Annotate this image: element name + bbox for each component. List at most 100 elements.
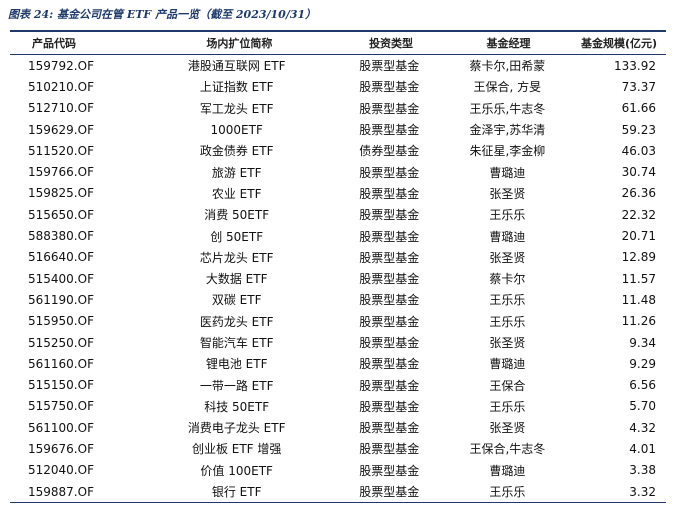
cell-investment-type: 股票型基金 — [359, 421, 420, 436]
cell-short-name: 军工龙头 ETF — [199, 101, 274, 116]
cell-investment-type: 股票型基金 — [359, 59, 420, 74]
cell-product-code: 159766.OF — [28, 165, 94, 180]
cell-short-name: 芯片龙头 ETF — [199, 250, 274, 265]
cell-investment-type: 股票型基金 — [359, 357, 420, 372]
cell-short-name: 智能汽车 ETF — [199, 336, 274, 350]
cell-fund-size: 6.56 — [629, 378, 657, 393]
cell-investment-type: 股票型基金 — [359, 272, 420, 287]
header-short-name: 场内扩位简称 — [206, 37, 273, 50]
cell-fund-manager: 朱征星,李金柳 — [469, 144, 546, 159]
cell-product-code: 516640.OF — [28, 250, 94, 265]
cell-fund-manager: 王保合, 方旻 — [473, 80, 542, 95]
cell-product-code: 510210.OF — [28, 79, 94, 94]
cell-fund-manager: 王乐乐 — [489, 399, 526, 414]
cell-fund-size: 30.74 — [621, 165, 657, 180]
cell-fund-size: 12.89 — [621, 250, 657, 265]
header-fund-manager: 基金经理 — [486, 37, 531, 50]
cell-fund-manager: 曹璐迪 — [489, 165, 526, 180]
cell-short-name: 锂电池 ETF — [205, 357, 268, 372]
cell-short-name: 大数据 ETF — [205, 272, 268, 287]
cell-fund-manager: 曹璐迪 — [489, 229, 526, 244]
cell-fund-size: 133.92 — [614, 58, 657, 73]
cell-fund-size: 3.32 — [629, 484, 657, 499]
table-row: 159887.OF 银行 ETF 股票型基金 王乐乐 3.32 — [10, 481, 666, 502]
table-row: 561100.OF 消费电子龙头 ETF 股票型基金 张圣贤 4.32 — [10, 417, 666, 438]
cell-fund-manager: 张圣贤 — [489, 250, 526, 265]
table-row: 561190.OF 双碳 ETF 股票型基金 王乐乐 11.48 — [10, 289, 666, 310]
cell-fund-size: 11.48 — [621, 292, 657, 307]
cell-short-name: 创 50ETF — [210, 229, 264, 244]
cell-investment-type: 股票型基金 — [359, 165, 420, 180]
table-row: 515250.OF 智能汽车 ETF 股票型基金 张圣贤 9.34 — [10, 332, 666, 353]
cell-short-name: 农业 ETF — [211, 186, 262, 201]
cell-product-code: 515250.OF — [28, 335, 94, 350]
cell-product-code: 159887.OF — [28, 484, 94, 499]
cell-fund-size: 9.34 — [629, 335, 657, 350]
cell-fund-size: 22.32 — [621, 207, 657, 222]
cell-fund-manager: 张圣贤 — [489, 336, 526, 350]
cell-short-name: 创业板 ETF 增强 — [191, 442, 282, 457]
cell-short-name: 一带一路 ETF — [199, 378, 274, 393]
cell-fund-manager: 金泽宇,苏华清 — [469, 123, 546, 138]
table-bottom-rule — [10, 502, 666, 504]
cell-fund-size: 73.37 — [621, 79, 657, 94]
cell-product-code: 515750.OF — [28, 399, 94, 414]
cell-short-name: 消费 50ETF — [204, 208, 270, 223]
cell-product-code: 515400.OF — [28, 271, 94, 286]
table-row: 516640.OF 芯片龙头 ETF 股票型基金 张圣贤 12.89 — [10, 247, 666, 268]
cell-product-code: 515950.OF — [28, 314, 94, 329]
cell-fund-size: 3.38 — [629, 463, 657, 478]
cell-product-code: 512040.OF — [28, 463, 94, 478]
cell-investment-type: 股票型基金 — [359, 101, 420, 116]
cell-fund-size: 11.57 — [621, 271, 657, 286]
cell-short-name: 上证指数 ETF — [199, 80, 274, 95]
cell-fund-size: 26.36 — [621, 186, 657, 201]
table-row: 159825.OF 农业 ETF 股票型基金 张圣贤 26.36 — [10, 183, 666, 204]
cell-fund-manager: 张圣贤 — [489, 186, 526, 201]
cell-product-code: 561190.OF — [28, 292, 94, 307]
cell-fund-size: 46.03 — [621, 143, 657, 158]
cell-investment-type: 股票型基金 — [359, 250, 420, 265]
cell-product-code: 561100.OF — [28, 420, 94, 435]
cell-fund-manager: 王乐乐 — [489, 314, 526, 329]
cell-product-code: 159825.OF — [28, 186, 94, 201]
cell-investment-type: 股票型基金 — [359, 208, 420, 223]
cell-product-code: 159792.OF — [28, 58, 94, 73]
cell-short-name: 银行 ETF — [211, 485, 262, 500]
cell-fund-size: 20.71 — [621, 229, 657, 244]
cell-investment-type: 股票型基金 — [359, 463, 420, 478]
cell-investment-type: 债券型基金 — [359, 144, 420, 159]
cell-investment-type: 股票型基金 — [359, 229, 420, 244]
cell-short-name: 医药龙头 ETF — [199, 314, 274, 329]
table-body: 159792.OF 港股通互联网 ETF 股票型基金 蔡卡尔,田希蒙 133.92 510… — [10, 55, 666, 502]
cell-fund-size: 61.66 — [621, 101, 657, 116]
cell-fund-manager: 蔡卡尔,田希蒙 — [469, 59, 546, 74]
cell-fund-size: 11.26 — [621, 314, 657, 329]
table-row: 588380.OF 创 50ETF 股票型基金 曹璐迪 20.71 — [10, 225, 666, 246]
table-row: 515150.OF 一带一路 ETF 股票型基金 王保合 6.56 — [10, 374, 666, 395]
table-row: 511520.OF 政金债券 ETF 债券型基金 朱征星,李金柳 46.03 — [10, 140, 666, 161]
cell-investment-type: 股票型基金 — [359, 293, 420, 308]
header-fund-size: 基金规模(亿元) — [580, 37, 658, 50]
table-row: 515750.OF 科技 50ETF 股票型基金 王乐乐 5.70 — [10, 396, 666, 417]
table-row: 515650.OF 消费 50ETF 股票型基金 王乐乐 22.32 — [10, 204, 666, 225]
cell-fund-manager: 曹璐迪 — [489, 463, 526, 478]
table-row: 159766.OF 旅游 ETF 股票型基金 曹璐迪 30.74 — [10, 161, 666, 182]
cell-fund-size: 9.29 — [629, 356, 657, 371]
cell-investment-type: 股票型基金 — [359, 314, 420, 329]
table-row: 561160.OF 锂电池 ETF 股票型基金 曹璐迪 9.29 — [10, 353, 666, 374]
cell-short-name: 1000ETF — [210, 122, 263, 137]
table-header-row: 产品代码 场内扩位简称 投资类型 基金经理 基金规模(亿元) — [10, 32, 666, 54]
cell-fund-manager: 王保合 — [489, 378, 526, 393]
cell-short-name: 政金债券 ETF — [199, 144, 274, 159]
header-product-code: 产品代码 — [32, 37, 76, 50]
cell-fund-manager: 蔡卡尔 — [489, 272, 526, 287]
cell-product-code: 159676.OF — [28, 441, 94, 456]
cell-fund-manager: 张圣贤 — [489, 421, 526, 436]
figure-caption: 图表 24: 基金公司在管 ETF 产品一览（截至 2023/10/31） — [8, 8, 317, 21]
cell-investment-type: 股票型基金 — [359, 378, 420, 393]
table-row: 512710.OF 军工龙头 ETF 股票型基金 王乐乐,牛志冬 61.66 — [10, 98, 666, 119]
cell-fund-manager: 王乐乐,牛志冬 — [469, 101, 546, 116]
cell-product-code: 511520.OF — [28, 143, 94, 158]
table-row: 159676.OF 创业板 ETF 增强 股票型基金 王保合,牛志冬 4.01 — [10, 438, 666, 459]
